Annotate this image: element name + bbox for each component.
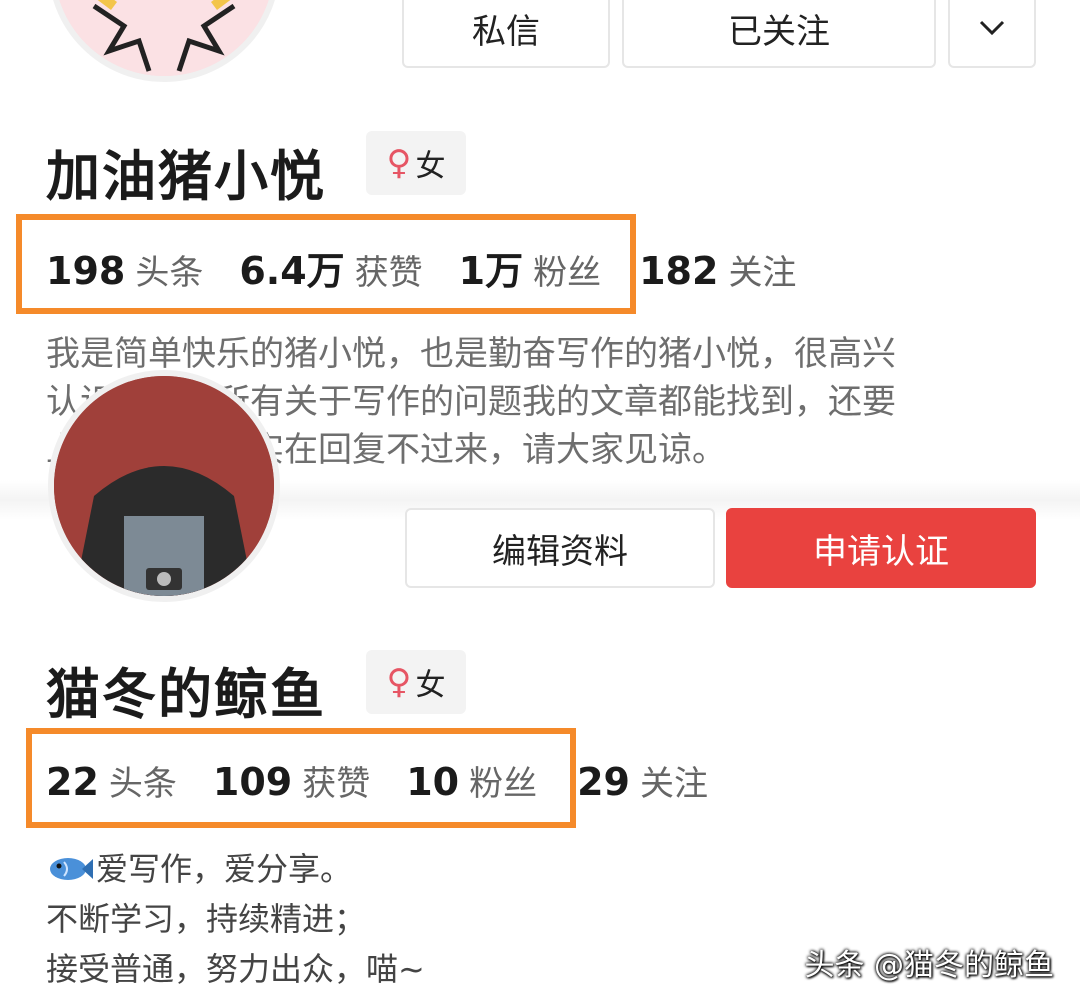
stat-label: 获赞 [302,764,371,804]
stat-posts[interactable]: 198 头条 [46,245,203,294]
edit-profile-button[interactable]: 编辑资料 [405,508,715,588]
profile-bio: 爱写作，爱分享。 不断学习，持续精进； 接受普通，努力出众，喵~ [46,844,846,994]
bio-line: 不断学习，持续精进； [46,900,367,938]
stat-label: 关注 [640,764,708,804]
cartoon-avatar-image [54,0,274,76]
bio-text: 爱写作，爱分享。 [96,850,353,888]
profile-name: 加油猪小悦 [46,145,326,208]
stat-value: 22 [46,760,99,804]
stat-label: 头条 [135,253,204,293]
stat-fans[interactable]: 10 粉丝 [406,756,537,805]
stat-likes[interactable]: 109 获赞 [213,756,370,805]
message-button[interactable]: 私信 [402,0,610,68]
stat-following[interactable]: 29 关注 [577,756,708,805]
bio-line: 接受普通，努力出众，喵~ [46,950,425,988]
female-icon: ♀ [386,143,412,183]
apply-verification-button[interactable]: 申请认证 [726,508,1036,588]
stat-fans[interactable]: 1万 粉丝 [459,240,601,295]
female-icon: ♀ [386,662,412,702]
stat-label: 获赞 [354,253,423,293]
stat-likes[interactable]: 6.4万 获赞 [239,240,422,295]
stat-following[interactable]: 182 关注 [639,245,796,294]
gender-badge: ♀ 女 [366,131,466,195]
stat-value: 10 [406,760,460,804]
bio-line: 爱写作，爱分享。 [46,844,846,894]
portrait-avatar-image [54,376,274,596]
stat-value: 6.4万 [239,249,345,293]
stat-value: 29 [577,760,630,804]
gender-label: 女 [415,149,446,184]
stat-value: 109 [212,760,293,804]
stats-row: 22 头条 109 获赞 10 粉丝 29 关注 [46,756,708,805]
fish-icon [50,858,93,880]
stat-value: 182 [639,249,719,293]
stats-row: 198 头条 6.4万 获赞 1万 粉丝 182 关注 [46,240,796,295]
stat-label: 粉丝 [469,764,538,804]
bio-line: 我是简单快乐的猪小悦，也是勤奋写作的猪小悦，很高兴 [46,334,896,374]
watermark: 头条 @猫冬的鲸鱼 [804,948,1054,983]
gender-label: 女 [415,668,446,703]
stat-value: 198 [46,249,126,293]
stat-label: 头条 [108,764,177,804]
stat-label: 粉丝 [533,253,602,293]
stat-posts[interactable]: 22 头条 [46,756,177,805]
avatar[interactable] [48,0,280,82]
following-button[interactable]: 已关注 [622,0,936,68]
gender-badge: ♀ 女 [366,650,466,714]
stat-label: 关注 [728,253,797,293]
more-options-button[interactable] [948,0,1036,68]
avatar[interactable] [48,370,280,602]
profile-name: 猫冬的鲸鱼 [46,663,326,726]
chevron-down-icon [979,20,1005,36]
stat-value: 1万 [458,249,524,293]
